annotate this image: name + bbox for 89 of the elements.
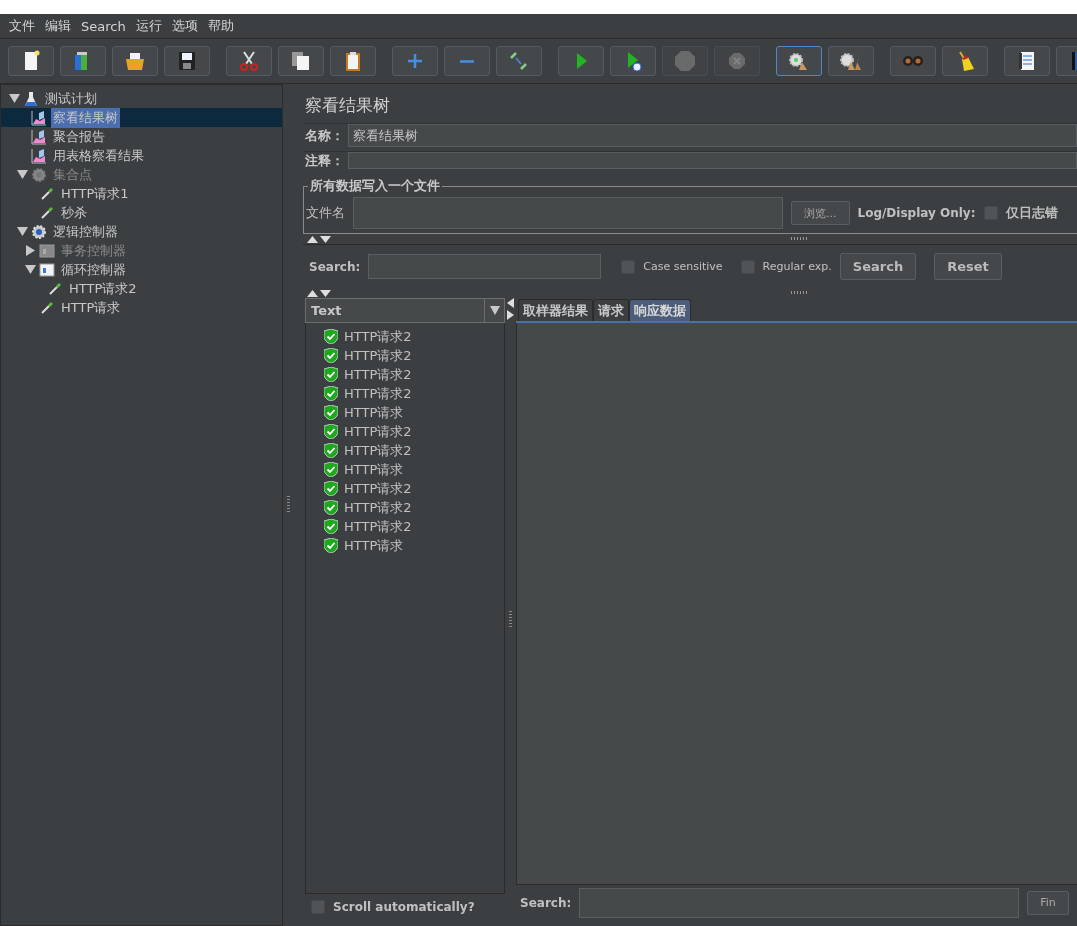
- toolbar-button[interactable]: [1004, 46, 1050, 76]
- result-item[interactable]: HTTP请求2: [344, 441, 412, 460]
- result-item[interactable]: HTTP请求2: [344, 422, 412, 441]
- splitter-grip-icon[interactable]: [791, 237, 809, 240]
- result-item[interactable]: HTTP请求2: [344, 327, 412, 346]
- result-item[interactable]: HTTP请求: [344, 403, 404, 422]
- find-button[interactable]: Fin: [1027, 890, 1069, 915]
- checkbox-label: Regular exp.: [762, 260, 832, 273]
- tree-node[interactable]: 用表格察看结果: [51, 145, 146, 166]
- result-item[interactable]: HTTP请求: [344, 536, 404, 555]
- checkbox-label: Case sensitive: [643, 260, 723, 273]
- dropdown-caret-icon: [489, 306, 500, 315]
- result-item[interactable]: HTTP请求2: [344, 479, 412, 498]
- splitter-arrows-icon[interactable]: [307, 235, 331, 243]
- tree-node[interactable]: 测试计划: [43, 88, 99, 109]
- tree-node[interactable]: 聚合报告: [51, 126, 107, 147]
- renderer-dropdown[interactable]: Text: [305, 298, 505, 323]
- checkbox-label: Scroll automatically?: [333, 900, 475, 914]
- tree-node[interactable]: HTTP请求2: [67, 278, 139, 299]
- search-button[interactable]: Search: [839, 253, 917, 280]
- toolbar-button[interactable]: [330, 46, 376, 76]
- collapse-triangle-icon[interactable]: [9, 93, 20, 104]
- menu-item[interactable]: 选项: [166, 17, 203, 35]
- name-label: 名称：: [304, 126, 345, 145]
- flask-icon: [23, 90, 39, 107]
- menu-item[interactable]: 编辑: [40, 17, 76, 35]
- menu-item[interactable]: 运行: [130, 17, 167, 35]
- splitter-arrows-icon[interactable]: [307, 289, 331, 297]
- toolbar-button[interactable]: [112, 46, 158, 76]
- tab[interactable]: 取样器结果: [518, 299, 593, 321]
- toolbar-button[interactable]: [828, 46, 874, 76]
- gear-brooms-icon: [838, 50, 864, 72]
- collapse-triangle-icon[interactable]: [17, 226, 28, 237]
- file-name-field[interactable]: [353, 197, 783, 229]
- stop-sign-icon: [672, 50, 698, 72]
- tree-node[interactable]: HTTP请求: [59, 297, 123, 318]
- tree-node[interactable]: 逻辑控制器: [51, 221, 120, 242]
- tab[interactable]: 请求: [593, 299, 629, 321]
- result-item[interactable]: HTTP请求2: [344, 365, 412, 384]
- result-item[interactable]: HTTP请求: [344, 460, 404, 479]
- controller-icon: [39, 261, 55, 278]
- menu-item[interactable]: 文件: [4, 17, 40, 35]
- chart-icon: [31, 147, 47, 164]
- pipette-icon: [39, 204, 55, 221]
- panel-title: 察看结果树: [304, 94, 391, 117]
- search-label: Search:: [520, 895, 572, 910]
- splitter-grip-icon[interactable]: [509, 611, 512, 629]
- tab[interactable]: 响应数据: [629, 299, 691, 321]
- tree-node[interactable]: 循环控制器: [59, 259, 128, 280]
- search-field[interactable]: [579, 887, 1020, 918]
- chart-icon: [31, 128, 47, 145]
- toolbar-button[interactable]: [610, 46, 656, 76]
- comment-label: 注释：: [304, 151, 345, 170]
- menu-item[interactable]: Search: [76, 18, 131, 34]
- name-field[interactable]: 察看结果树: [348, 124, 1077, 147]
- splitter-grip-icon[interactable]: [286, 496, 290, 514]
- reset-button[interactable]: Reset: [934, 253, 1002, 280]
- pipette-icon: [47, 280, 63, 297]
- group-legend: 所有数据写入一个文件: [308, 177, 442, 195]
- splitter-grip-icon[interactable]: [791, 291, 809, 294]
- search-field[interactable]: [368, 254, 602, 279]
- tree-node[interactable]: 察看结果树: [51, 107, 120, 128]
- toolbar-button[interactable]: [278, 46, 324, 76]
- pipette-icon: [39, 299, 55, 316]
- result-item[interactable]: HTTP请求2: [344, 346, 412, 365]
- search-label: Search:: [309, 259, 361, 274]
- result-item[interactable]: HTTP请求2: [344, 384, 412, 403]
- pipette-icon: [39, 185, 55, 202]
- result-item[interactable]: HTTP请求2: [344, 517, 412, 536]
- comment-field[interactable]: [348, 152, 1077, 169]
- toolbar-button[interactable]: [226, 46, 272, 76]
- checkbox-label: 仅日志错: [1005, 204, 1058, 222]
- minus-icon: [460, 59, 474, 63]
- controller-icon: [39, 242, 55, 259]
- chart-icon: [31, 109, 47, 126]
- gear-icon: [31, 166, 47, 183]
- menu-item[interactable]: 帮助: [202, 17, 239, 35]
- log-display-label: Log/Display Only:: [857, 206, 976, 220]
- toolbar-button[interactable]: [776, 46, 822, 76]
- collapse-triangle-icon[interactable]: [25, 264, 36, 275]
- file-name-label: 文件名: [306, 204, 345, 222]
- result-item[interactable]: HTTP请求2: [344, 498, 412, 517]
- toolbar-button[interactable]: [942, 46, 988, 76]
- toolbar-button[interactable]: [8, 46, 54, 76]
- toolbar-button[interactable]: [164, 46, 210, 76]
- splitter-arrows-icon[interactable]: [507, 298, 514, 320]
- gear-icon: [31, 223, 47, 240]
- browse-button[interactable]: 浏览...: [791, 201, 850, 225]
- binoculars-icon: [903, 56, 923, 66]
